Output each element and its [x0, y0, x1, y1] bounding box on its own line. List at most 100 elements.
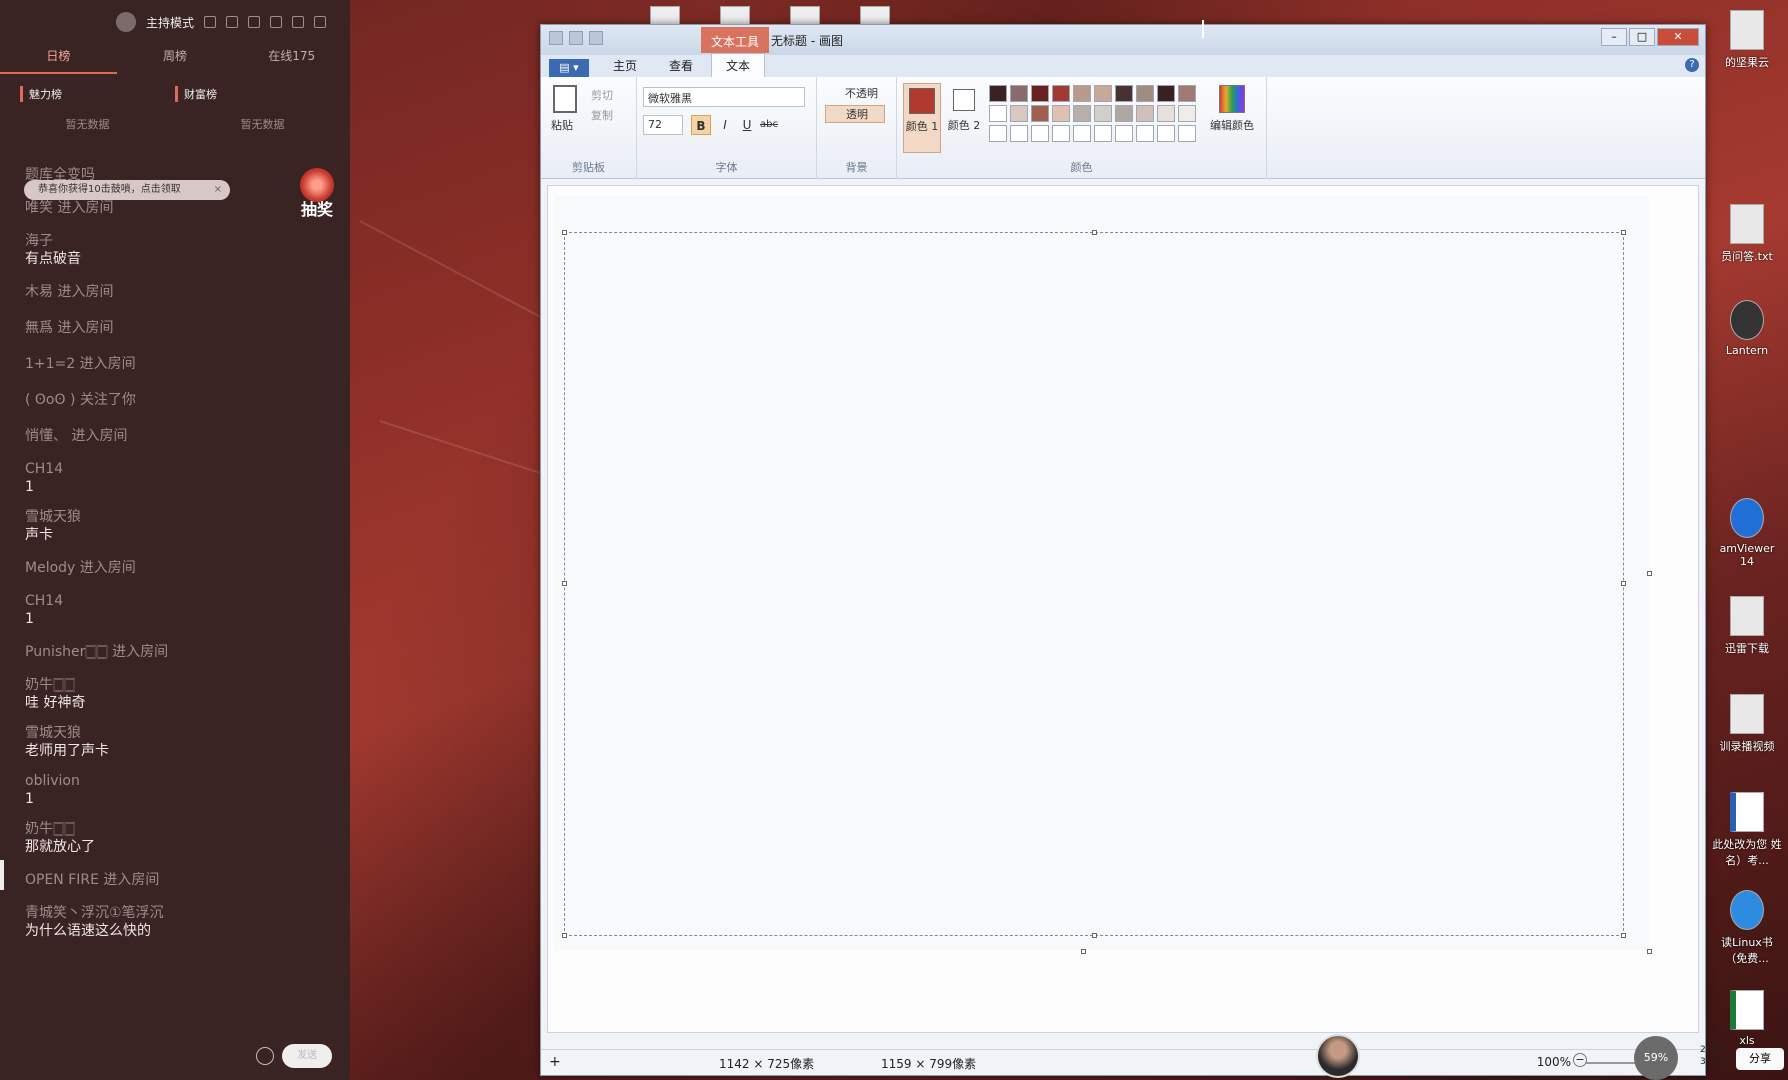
chat-username[interactable]: 奶牛🀆🀆	[25, 676, 335, 694]
palette-swatch[interactable]	[1115, 125, 1133, 142]
share-icon[interactable]	[226, 16, 239, 28]
font-size-select[interactable]: 72	[643, 115, 683, 135]
emoji-icon[interactable]	[256, 1047, 274, 1065]
desktop-icon-linux-book[interactable]: 读Linux书 （免费...	[1712, 890, 1782, 966]
palette-swatch[interactable]	[989, 105, 1007, 122]
strikethrough-button[interactable]: abc	[759, 115, 779, 135]
undo-icon[interactable]	[569, 31, 583, 45]
palette-swatch[interactable]	[1052, 85, 1070, 102]
lottery-button[interactable]: 抽奖	[296, 168, 338, 219]
palette-swatch[interactable]	[1073, 125, 1091, 142]
palette-swatch[interactable]	[1094, 125, 1112, 142]
palette-swatch[interactable]	[1094, 85, 1112, 102]
palette-swatch[interactable]	[1157, 85, 1175, 102]
desktop-icon-txt[interactable]: 员问答.txt	[1712, 204, 1782, 264]
menu-icon[interactable]	[248, 16, 261, 28]
palette-swatch[interactable]	[1052, 105, 1070, 122]
wealth-rank-title[interactable]: 财富榜	[175, 86, 330, 102]
avatar[interactable]	[116, 12, 136, 32]
text-selection-box[interactable]	[562, 230, 1626, 938]
settings-icon[interactable]	[204, 16, 217, 28]
desktop-icon-xls[interactable]: xls	[1712, 990, 1782, 1047]
desktop-icon-teamviewer[interactable]: amViewer 14	[1712, 498, 1782, 568]
charm-rank-title[interactable]: 魅力榜	[20, 86, 175, 102]
tab-text[interactable]: 文本	[711, 53, 766, 77]
palette-swatch[interactable]	[1094, 105, 1112, 122]
resize-handle[interactable]	[1092, 933, 1097, 938]
palette-swatch[interactable]	[1115, 85, 1133, 102]
canvas-resize-handle[interactable]	[1647, 949, 1652, 954]
tab-daily[interactable]: 日榜	[0, 44, 117, 74]
bold-button[interactable]: B	[691, 115, 711, 135]
palette-swatch[interactable]	[1010, 85, 1028, 102]
zoom-out-button[interactable]: −	[1573, 1053, 1587, 1067]
resize-handle[interactable]	[562, 230, 567, 235]
chat-username[interactable]: 青城笑丶浮沉①笔浮沉	[25, 904, 335, 922]
palette-swatch[interactable]	[1115, 105, 1133, 122]
underline-button[interactable]: U	[737, 115, 757, 135]
tab-home[interactable]: 主页	[599, 54, 651, 77]
opaque-button[interactable]: 不透明	[825, 85, 885, 103]
close-button[interactable]: ✕	[1657, 28, 1699, 46]
canvas-resize-handle[interactable]	[1647, 571, 1652, 576]
maximize-icon[interactable]	[292, 16, 305, 28]
tab-view[interactable]: 查看	[655, 54, 707, 77]
color1-button[interactable]: 颜色 1	[903, 83, 941, 153]
gift-notice[interactable]: 恭喜你获得10击鼓嗩，点击领取 ×	[24, 180, 230, 200]
desktop-icon-jianguoyun[interactable]: 的坚果云	[1712, 10, 1782, 70]
palette-swatch[interactable]	[1073, 85, 1091, 102]
palette-swatch[interactable]	[1031, 85, 1049, 102]
italic-button[interactable]: I	[715, 115, 735, 135]
tab-weekly[interactable]: 周榜	[117, 44, 234, 74]
chat-username[interactable]: CH14	[25, 592, 335, 610]
chat-username[interactable]: oblivion	[25, 772, 335, 790]
palette-swatch[interactable]	[1010, 105, 1028, 122]
palette-swatch[interactable]	[1136, 125, 1154, 142]
palette-swatch[interactable]	[1031, 105, 1049, 122]
copy-button[interactable]: 复制	[591, 107, 613, 123]
chat-username[interactable]: 雪城天狼	[25, 508, 335, 526]
title-bar[interactable]: 文本工具 无标题 - 画图 – □ ✕	[541, 25, 1705, 55]
maximize-button[interactable]: □	[1629, 28, 1655, 46]
desktop-icon-lantern[interactable]: Lantern	[1712, 300, 1782, 357]
resize-handle[interactable]	[1621, 230, 1626, 235]
desktop-icon-video[interactable]: 训录播视频	[1712, 694, 1782, 754]
color2-button[interactable]: 颜色 2	[945, 83, 983, 153]
help-icon[interactable]: ?	[1685, 58, 1699, 72]
palette-swatch[interactable]	[1010, 125, 1028, 142]
minimize-icon[interactable]	[270, 16, 283, 28]
palette-swatch[interactable]	[1157, 105, 1175, 122]
paste-button[interactable]: 粘贴	[551, 117, 573, 133]
palette-swatch[interactable]	[1136, 85, 1154, 102]
drawing-canvas[interactable]	[554, 196, 1652, 954]
desktop-icon-word[interactable]: 此处改为您 姓名）考...	[1712, 792, 1782, 868]
font-family-select[interactable]: 微软雅黑	[643, 87, 805, 107]
minimize-button[interactable]: –	[1601, 28, 1627, 46]
chat-username[interactable]: CH14	[25, 460, 335, 478]
palette-swatch[interactable]	[1178, 125, 1196, 142]
save-icon[interactable]	[549, 31, 563, 45]
redo-icon[interactable]	[589, 31, 603, 45]
chat-username[interactable]: 奶牛🀆🀆	[25, 820, 335, 838]
palette-swatch[interactable]	[1136, 105, 1154, 122]
transparent-button[interactable]: 透明	[825, 105, 885, 123]
paste-icon[interactable]	[553, 85, 577, 113]
edit-colors-button[interactable]: 编辑颜色	[1205, 85, 1259, 133]
share-button[interactable]: 分享	[1736, 1048, 1784, 1070]
desktop-icon-thunder[interactable]: 迅雷下载	[1712, 596, 1782, 656]
resize-handle[interactable]	[562, 933, 567, 938]
resize-handle[interactable]	[1621, 933, 1626, 938]
palette-swatch[interactable]	[1178, 85, 1196, 102]
file-menu-button[interactable]: ▤ ▾	[549, 59, 589, 77]
battery-indicator[interactable]: 59%	[1634, 1036, 1678, 1080]
palette-swatch[interactable]	[1052, 125, 1070, 142]
palette-swatch[interactable]	[989, 85, 1007, 102]
resize-handle[interactable]	[1092, 230, 1097, 235]
palette-swatch[interactable]	[1073, 105, 1091, 122]
palette-swatch[interactable]	[1157, 125, 1175, 142]
palette-swatch[interactable]	[1031, 125, 1049, 142]
close-icon[interactable]: ×	[214, 180, 222, 200]
chat-username[interactable]: 海子	[25, 232, 335, 250]
tab-online[interactable]: 在线175	[233, 44, 350, 74]
close-icon[interactable]	[314, 16, 327, 28]
